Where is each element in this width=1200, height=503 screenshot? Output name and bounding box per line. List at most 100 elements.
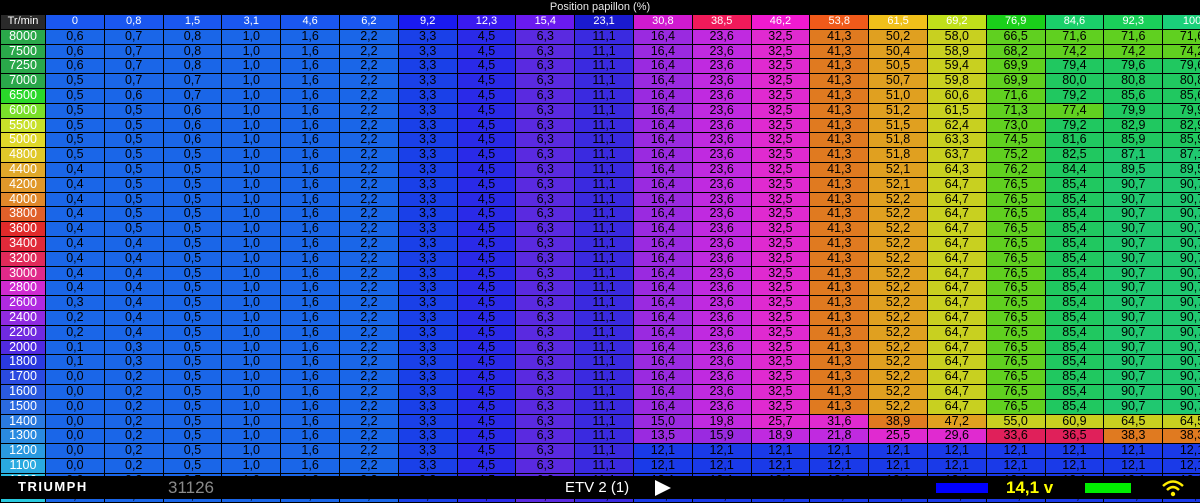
map-cell[interactable]: 11,1 <box>575 207 634 222</box>
map-cell[interactable]: 23,6 <box>692 296 751 311</box>
map-cell[interactable]: 2,2 <box>339 251 398 266</box>
map-cell[interactable]: 1,0 <box>222 340 281 355</box>
map-cell[interactable]: 32,5 <box>751 399 810 414</box>
map-cell[interactable]: 32,5 <box>751 355 810 370</box>
map-cell[interactable]: 85,4 <box>1045 310 1104 325</box>
map-cell[interactable]: 2,2 <box>339 325 398 340</box>
map-cell[interactable]: 52,2 <box>869 370 928 385</box>
map-cell[interactable]: 0,5 <box>46 88 105 103</box>
map-cell[interactable]: 6,3 <box>516 222 575 237</box>
map-cell[interactable]: 23,6 <box>692 192 751 207</box>
map-cell[interactable]: 85,4 <box>1045 266 1104 281</box>
map-cell[interactable]: 0,7 <box>163 74 222 89</box>
map-cell[interactable]: 1,0 <box>222 177 281 192</box>
map-cell[interactable]: 11,1 <box>575 370 634 385</box>
map-cell[interactable]: 85,4 <box>1045 251 1104 266</box>
map-cell[interactable]: 0,5 <box>163 458 222 473</box>
map-cell[interactable]: 51,5 <box>869 118 928 133</box>
map-cell[interactable]: 64,7 <box>927 281 986 296</box>
map-cell[interactable]: 1,0 <box>222 296 281 311</box>
map-cell[interactable]: 41,3 <box>810 355 869 370</box>
map-cell[interactable]: 64,5 <box>1104 414 1163 429</box>
map-cell[interactable]: 41,3 <box>810 281 869 296</box>
map-cell[interactable]: 52,2 <box>869 192 928 207</box>
map-cell[interactable]: 4,5 <box>457 429 516 444</box>
map-cell[interactable]: 52,2 <box>869 310 928 325</box>
map-cell[interactable]: 4,5 <box>457 222 516 237</box>
map-cell[interactable]: 3,3 <box>398 281 457 296</box>
map-cell[interactable]: 12,1 <box>751 458 810 473</box>
map-cell[interactable]: 1,6 <box>281 88 340 103</box>
map-cell[interactable]: 1,0 <box>222 59 281 74</box>
map-cell[interactable]: 84,4 <box>1045 162 1104 177</box>
map-cell[interactable]: 0,5 <box>104 192 163 207</box>
map-cell[interactable]: 74,2 <box>1104 44 1163 59</box>
map-cell[interactable]: 62,4 <box>927 118 986 133</box>
map-cell[interactable]: 64,7 <box>927 355 986 370</box>
map-cell[interactable]: 23,6 <box>692 177 751 192</box>
map-cell[interactable]: 23,6 <box>692 310 751 325</box>
map-cell[interactable]: 69,9 <box>986 74 1045 89</box>
map-cell[interactable]: 32,5 <box>751 59 810 74</box>
map-cell[interactable]: 41,3 <box>810 118 869 133</box>
map-cell[interactable]: 41,3 <box>810 222 869 237</box>
map-cell[interactable]: 3,3 <box>398 236 457 251</box>
map-cell[interactable]: 71,6 <box>1163 29 1200 44</box>
map-cell[interactable]: 90,7 <box>1104 192 1163 207</box>
map-cell[interactable]: 64,7 <box>927 340 986 355</box>
map-cell[interactable]: 90,7 <box>1163 399 1200 414</box>
map-cell[interactable]: 0,7 <box>104 29 163 44</box>
map-cell[interactable]: 64,7 <box>927 296 986 311</box>
map-cell[interactable]: 0,2 <box>104 370 163 385</box>
map-cell[interactable]: 11,1 <box>575 118 634 133</box>
map-cell[interactable]: 64,7 <box>927 384 986 399</box>
map-cell[interactable]: 16,4 <box>633 88 692 103</box>
map-cell[interactable]: 32,5 <box>751 133 810 148</box>
map-cell[interactable]: 3,3 <box>398 399 457 414</box>
map-cell[interactable]: 11,1 <box>575 266 634 281</box>
map-cell[interactable]: 3,3 <box>398 444 457 459</box>
map-cell[interactable]: 32,5 <box>751 266 810 281</box>
map-cell[interactable]: 90,7 <box>1104 310 1163 325</box>
map-cell[interactable]: 23,6 <box>692 251 751 266</box>
map-cell[interactable]: 23,6 <box>692 207 751 222</box>
map-cell[interactable]: 1,0 <box>222 370 281 385</box>
map-cell[interactable]: 41,3 <box>810 59 869 74</box>
map-cell[interactable]: 90,7 <box>1163 296 1200 311</box>
map-cell[interactable]: 2,2 <box>339 370 398 385</box>
map-cell[interactable]: 16,4 <box>633 44 692 59</box>
map-cell[interactable]: 23,6 <box>692 59 751 74</box>
map-cell[interactable]: 32,5 <box>751 222 810 237</box>
map-cell[interactable]: 1,6 <box>281 118 340 133</box>
map-cell[interactable]: 41,3 <box>810 88 869 103</box>
map-cell[interactable]: 6,3 <box>516 133 575 148</box>
map-cell[interactable]: 1,0 <box>222 88 281 103</box>
map-cell[interactable]: 0,6 <box>163 103 222 118</box>
map-cell[interactable]: 0,5 <box>163 148 222 163</box>
map-cell[interactable]: 0,2 <box>104 458 163 473</box>
map-cell[interactable]: 32,5 <box>751 44 810 59</box>
map-cell[interactable]: 3,3 <box>398 29 457 44</box>
map-cell[interactable]: 1,0 <box>222 384 281 399</box>
map-cell[interactable]: 12,1 <box>986 458 1045 473</box>
map-cell[interactable]: 4,5 <box>457 133 516 148</box>
map-cell[interactable]: 0,5 <box>163 162 222 177</box>
map-cell[interactable]: 3,3 <box>398 192 457 207</box>
map-cell[interactable]: 0,5 <box>104 177 163 192</box>
map-cell[interactable]: 76,5 <box>986 340 1045 355</box>
map-cell[interactable]: 3,3 <box>398 148 457 163</box>
map-cell[interactable]: 16,4 <box>633 325 692 340</box>
map-cell[interactable]: 90,7 <box>1163 355 1200 370</box>
map-cell[interactable]: 90,7 <box>1163 177 1200 192</box>
map-cell[interactable]: 6,3 <box>516 118 575 133</box>
map-cell[interactable]: 41,3 <box>810 399 869 414</box>
map-cell[interactable]: 18,9 <box>751 429 810 444</box>
map-cell[interactable]: 16,4 <box>633 59 692 74</box>
map-cell[interactable]: 0,3 <box>46 296 105 311</box>
map-cell[interactable]: 4,5 <box>457 458 516 473</box>
map-cell[interactable]: 90,7 <box>1104 399 1163 414</box>
map-cell[interactable]: 75,2 <box>986 148 1045 163</box>
map-cell[interactable]: 90,7 <box>1163 207 1200 222</box>
map-cell[interactable]: 16,4 <box>633 192 692 207</box>
map-cell[interactable]: 0,5 <box>163 399 222 414</box>
